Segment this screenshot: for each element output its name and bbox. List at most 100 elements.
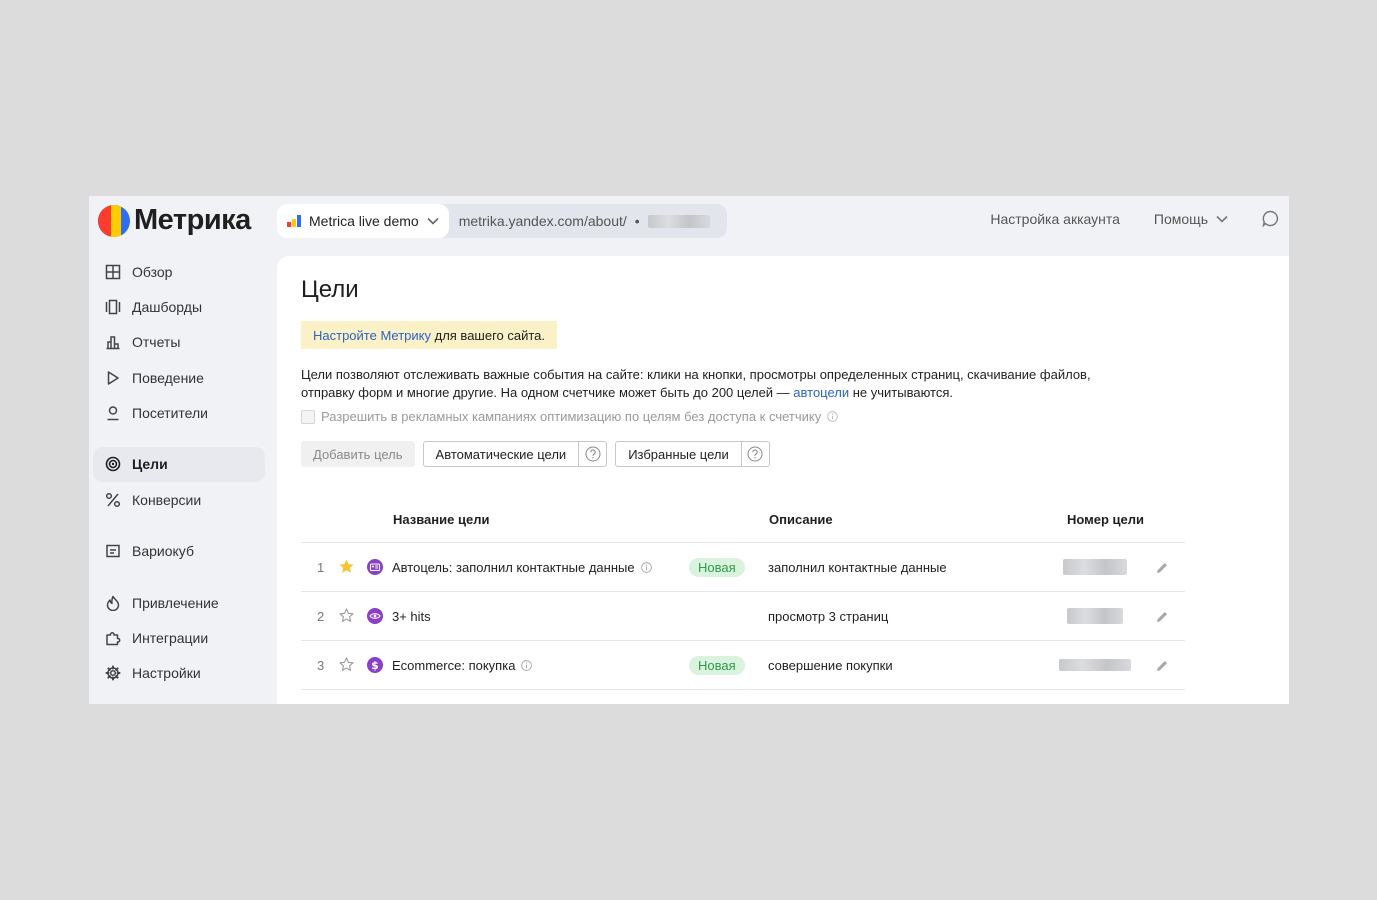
- sidebar-item-settings[interactable]: Настройки: [93, 656, 265, 691]
- sidebar-item-variocube[interactable]: Вариокуб: [93, 534, 265, 569]
- sidebar-item-reports[interactable]: Отчеты: [93, 325, 265, 360]
- goal-description: совершение покупки: [768, 658, 893, 673]
- account-settings-link[interactable]: Настройка аккаунта: [990, 211, 1120, 227]
- main-content: Цели Настройте Метрику для вашего сайта.…: [277, 256, 1289, 704]
- table-row[interactable]: 3 $ Ecommerce: покупка Новая совершение …: [301, 641, 1185, 690]
- question-icon: [585, 446, 601, 462]
- auto-goals-group: Автоматические цели: [422, 441, 608, 467]
- sidebar-item-goals[interactable]: Цели: [93, 446, 265, 482]
- metrika-logo-icon: [98, 204, 130, 237]
- sidebar-item-label: Привлечение: [132, 594, 219, 611]
- user-icon: [107, 406, 119, 421]
- column-header-name[interactable]: Название цели: [393, 512, 489, 527]
- sidebar-item-label: Посетители: [132, 405, 208, 422]
- favorite-goals-help[interactable]: [740, 442, 769, 466]
- variocube-icon: [106, 544, 120, 558]
- question-icon: [747, 446, 763, 462]
- sidebar-item-overview[interactable]: Обзор: [93, 254, 265, 289]
- sidebar-item-label: Вариокуб: [132, 543, 194, 560]
- counter-switcher: Metrica live demo metrika.yandex.com/abo…: [277, 204, 727, 238]
- row-number: 1: [317, 560, 325, 575]
- sidebar-item-label: Отчеты: [132, 334, 181, 351]
- pencil-icon[interactable]: [1154, 609, 1170, 625]
- chevron-down-icon: [1216, 215, 1228, 223]
- goal-description: просмотр 3 страниц: [768, 609, 889, 624]
- sidebar-item-label: Настройки: [132, 665, 201, 682]
- eye-icon: [367, 608, 383, 624]
- sidebar-item-acquisition[interactable]: Привлечение: [93, 585, 265, 620]
- checkbox-label: Разрешить в рекламных кампаниях оптимиза…: [321, 409, 822, 424]
- grid-icon: [105, 264, 121, 279]
- percent-icon: [105, 492, 121, 507]
- star-filled-icon[interactable]: [338, 558, 355, 575]
- goal-name-cell: Автоцель: заполнил контактные данные: [392, 560, 652, 575]
- setup-metrika-link[interactable]: Настройте Метрику: [313, 328, 431, 343]
- info-icon[interactable]: [521, 660, 533, 671]
- favorite-goals-button[interactable]: Избранные цели: [616, 442, 741, 466]
- goal-name[interactable]: Автоцель: заполнил контактные данные: [392, 560, 635, 575]
- ads-optimization-option: Разрешить в рекламных кампаниях оптимиза…: [301, 409, 839, 424]
- info-icon[interactable]: [827, 411, 839, 422]
- flame-icon: [106, 595, 120, 611]
- sidebar-item-conversions[interactable]: Конверсии: [93, 482, 265, 517]
- sidebar-item-label: Цели: [132, 456, 168, 473]
- chevron-down-icon: [427, 217, 439, 225]
- column-header-description[interactable]: Описание: [769, 512, 833, 527]
- sidebar-item-label: Поведение: [132, 369, 204, 386]
- goal-description: заполнил контактные данные: [768, 560, 947, 575]
- sidebar: Обзор Дашборды Отчеты Поведение Посетите…: [93, 254, 265, 691]
- table-row[interactable]: 2 3+ hits просмотр 3 страниц: [301, 592, 1185, 641]
- help-label: Помощь: [1153, 210, 1208, 227]
- top-right-menu: Настройка аккаунта Помощь: [990, 210, 1279, 227]
- redacted-goal-number: [1067, 608, 1123, 624]
- autogoals-link[interactable]: автоцели: [793, 385, 849, 400]
- table-header: Название цели Описание Номер цели: [301, 506, 1185, 543]
- chat-icon[interactable]: [1262, 210, 1279, 227]
- play-icon: [107, 370, 119, 385]
- sidebar-item-label: Дашборды: [132, 298, 202, 315]
- goals-toolbar: Добавить цель Автоматические цели Избран…: [301, 441, 770, 467]
- pencil-icon[interactable]: [1154, 560, 1170, 576]
- add-goal-button[interactable]: Добавить цель: [301, 441, 415, 467]
- goals-table: Название цели Описание Номер цели 1 Авто…: [301, 506, 1185, 690]
- goal-name[interactable]: Ecommerce: покупка: [392, 658, 515, 673]
- star-outline-icon[interactable]: [338, 656, 355, 673]
- table-row[interactable]: 1 Автоцель: заполнил контактные данные Н…: [301, 543, 1185, 592]
- info-icon[interactable]: [640, 562, 652, 573]
- logo-text: Метрика: [134, 204, 251, 236]
- target-icon: [105, 457, 121, 472]
- auto-goals-button[interactable]: Автоматические цели: [424, 442, 579, 466]
- bar-chart-icon: [287, 215, 301, 227]
- puzzle-icon: [106, 632, 121, 646]
- sidebar-item-label: Конверсии: [132, 491, 202, 508]
- help-menu[interactable]: Помощь: [1154, 211, 1228, 227]
- page-title: Цели: [301, 276, 359, 303]
- metrika-logo[interactable]: Метрика: [98, 204, 251, 237]
- ads-optimization-checkbox[interactable]: [301, 409, 315, 424]
- dashboards-icon: [105, 299, 121, 315]
- svg-text:$: $: [371, 659, 379, 672]
- reports-chart-icon: [106, 336, 120, 350]
- sidebar-item-behavior[interactable]: Поведение: [93, 360, 265, 395]
- sidebar-item-dashboards[interactable]: Дашборды: [93, 289, 265, 324]
- pencil-icon[interactable]: [1154, 658, 1170, 674]
- contacts-icon: [367, 559, 383, 575]
- goal-name-cell: 3+ hits: [392, 609, 431, 624]
- column-header-number[interactable]: Номер цели: [1067, 512, 1144, 527]
- star-outline-icon[interactable]: [338, 607, 355, 624]
- counter-select[interactable]: Metrica live demo: [277, 204, 449, 238]
- auto-goals-help[interactable]: [578, 442, 606, 466]
- sidebar-item-visitors[interactable]: Посетители: [93, 396, 265, 431]
- setup-banner: Настройте Метрику для вашего сайта.: [301, 321, 558, 349]
- goals-description: Цели позволяют отслеживать важные событи…: [301, 366, 1101, 402]
- new-badge: Новая: [689, 558, 745, 577]
- goal-name[interactable]: 3+ hits: [392, 609, 431, 624]
- description-text-end: не учитываются.: [849, 385, 954, 400]
- new-badge: Новая: [689, 656, 745, 675]
- separator-dot: •: [634, 213, 640, 229]
- redacted-goal-number: [1063, 559, 1127, 575]
- counter-url-text: metrika.yandex.com/about/: [458, 213, 627, 229]
- sidebar-item-integrations[interactable]: Интеграции: [93, 621, 265, 656]
- sidebar-item-label: Интеграции: [132, 630, 209, 647]
- redacted-counter-id: [647, 214, 710, 228]
